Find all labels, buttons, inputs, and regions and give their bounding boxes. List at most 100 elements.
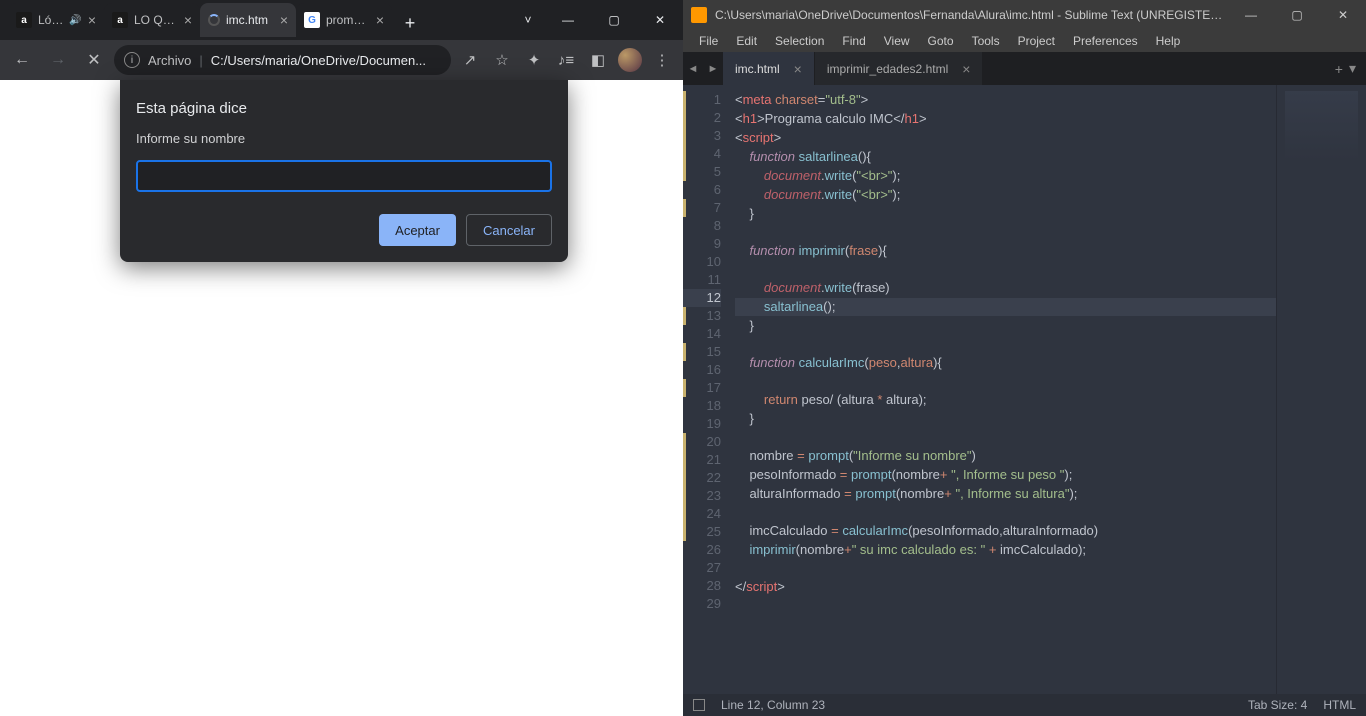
menu-goto[interactable]: Goto	[920, 32, 962, 50]
menu-preferences[interactable]: Preferences	[1065, 32, 1146, 50]
line-number: 8	[683, 217, 721, 235]
close-button[interactable]: ✕	[637, 0, 683, 40]
profile-avatar[interactable]	[615, 45, 645, 75]
address-scheme-label: Archivo	[148, 53, 191, 68]
dialog-message: Informe su nombre	[136, 131, 552, 146]
editor-statusbar: Line 12, Column 23 Tab Size: 4 HTML	[683, 694, 1366, 716]
code-text[interactable]: <meta charset="utf-8"> <h1>Programa calc…	[731, 85, 1276, 694]
line-number: 28	[683, 577, 721, 595]
menu-selection[interactable]: Selection	[767, 32, 832, 50]
tab-nav-next[interactable]: ►	[703, 52, 723, 85]
dialog-cancel-button[interactable]: Cancelar	[466, 214, 552, 246]
tab-title: promp…	[326, 13, 370, 27]
editor-tab-title: imc.html	[735, 62, 780, 76]
menu-find[interactable]: Find	[834, 32, 873, 50]
tab-close-icon[interactable]: ×	[184, 12, 192, 28]
back-button[interactable]: ←	[6, 44, 38, 76]
editor-tab[interactable]: imprimir_edades2.html ×	[815, 52, 984, 85]
tab-title: imc.htm	[226, 13, 274, 27]
line-number: 14	[683, 325, 721, 343]
chrome-window: aLó…🔊×aLO QU…×imc.htm×Gpromp…×+ ˅ — ▢ ✕ …	[0, 0, 683, 716]
page-content: Esta página dice Informe su nombre Acept…	[0, 80, 683, 716]
line-number: 24	[683, 505, 721, 523]
line-number: 20	[683, 433, 721, 451]
forward-button[interactable]: →	[42, 44, 74, 76]
stop-reload-button[interactable]: ✕	[78, 44, 110, 76]
browser-tabs: aLó…🔊×aLO QU…×imc.htm×Gpromp…×+	[0, 3, 511, 37]
editor-tab-title: imprimir_edades2.html	[827, 62, 948, 76]
line-number: 25	[683, 523, 721, 541]
line-number: 3	[683, 127, 721, 145]
line-number: 23	[683, 487, 721, 505]
maximize-button[interactable]: ▢	[591, 0, 637, 40]
menu-tools[interactable]: Tools	[964, 32, 1008, 50]
editor-minimize-button[interactable]: —	[1228, 0, 1274, 30]
editor-close-button[interactable]: ✕	[1320, 0, 1366, 30]
address-bar[interactable]: i Archivo | C:/Users/maria/OneDrive/Docu…	[114, 45, 451, 75]
tab-title: Ló…	[38, 13, 63, 27]
new-tab-button[interactable]: +	[1335, 61, 1343, 77]
status-cursor-position: Line 12, Column 23	[721, 698, 825, 712]
tab-close-icon[interactable]: ×	[376, 12, 384, 28]
audio-playing-icon[interactable]: 🔊	[69, 15, 81, 26]
browser-window-controls: ˅ — ▢ ✕	[511, 0, 683, 40]
tab-dropdown-button[interactable]: ▾	[1349, 60, 1356, 77]
tab-tools: + ▾	[1335, 52, 1366, 85]
line-number: 21	[683, 451, 721, 469]
line-number: 12	[683, 289, 721, 307]
line-number: 16	[683, 361, 721, 379]
status-tab-size[interactable]: Tab Size: 4	[1248, 698, 1307, 712]
line-number: 10	[683, 253, 721, 271]
share-icon[interactable]: ↗	[455, 45, 485, 75]
favicon-icon: a	[112, 12, 128, 28]
bookmark-star-icon[interactable]: ☆	[487, 45, 517, 75]
minimap[interactable]	[1276, 85, 1366, 694]
menu-project[interactable]: Project	[1010, 32, 1063, 50]
editor-tab[interactable]: imc.html ×	[723, 52, 815, 85]
new-tab-button[interactable]: +	[396, 9, 424, 37]
line-number: 13	[683, 307, 721, 325]
favicon-icon: a	[16, 12, 32, 28]
line-number: 19	[683, 415, 721, 433]
media-control-icon[interactable]: ♪≡	[551, 45, 581, 75]
status-panel-icon[interactable]	[693, 699, 705, 711]
line-number: 5	[683, 163, 721, 181]
browser-tab[interactable]: imc.htm ×	[200, 3, 296, 37]
tab-search-button[interactable]: ˅	[511, 0, 545, 40]
line-number: 1	[683, 91, 721, 109]
menu-help[interactable]: Help	[1148, 32, 1189, 50]
sublime-window: C:\Users\maria\OneDrive\Documentos\Ferna…	[683, 0, 1366, 716]
line-gutter: 1234567891011121314151617181920212223242…	[683, 85, 731, 694]
menu-view[interactable]: View	[876, 32, 918, 50]
browser-tab[interactable]: aLO QU…×	[104, 3, 200, 37]
editor-menubar: FileEditSelectionFindViewGotoToolsProjec…	[683, 30, 1366, 52]
line-number: 29	[683, 595, 721, 613]
tab-close-icon[interactable]: ×	[962, 61, 970, 77]
minimize-button[interactable]: —	[545, 0, 591, 40]
browser-tab[interactable]: a Ló… 🔊 ×	[8, 3, 104, 37]
tab-close-icon[interactable]: ×	[794, 61, 802, 77]
tab-nav-prev[interactable]: ◄	[683, 52, 703, 85]
tab-close-icon[interactable]: ×	[88, 12, 96, 28]
extensions-icon[interactable]: ✦	[519, 45, 549, 75]
status-syntax[interactable]: HTML	[1323, 698, 1356, 712]
editor-maximize-button[interactable]: ▢	[1274, 0, 1320, 30]
browser-tab[interactable]: Gpromp…×	[296, 3, 392, 37]
chrome-menu-icon[interactable]: ⋮	[647, 45, 677, 75]
dialog-ok-button[interactable]: Aceptar	[379, 214, 456, 246]
tab-close-icon[interactable]: ×	[280, 12, 288, 28]
dialog-input[interactable]	[136, 160, 552, 192]
editor-tabs: ◄ ► imc.html × imprimir_edades2.html × + ▾	[683, 52, 1366, 85]
js-prompt-dialog: Esta página dice Informe su nombre Acept…	[120, 80, 568, 262]
menu-file[interactable]: File	[691, 32, 726, 50]
line-number: 27	[683, 559, 721, 577]
line-number: 6	[683, 181, 721, 199]
line-number: 7	[683, 199, 721, 217]
line-number: 9	[683, 235, 721, 253]
line-number: 2	[683, 109, 721, 127]
address-separator: |	[199, 53, 202, 68]
editor-title: C:\Users\maria\OneDrive\Documentos\Ferna…	[715, 8, 1228, 22]
site-info-icon[interactable]: i	[124, 52, 140, 68]
menu-edit[interactable]: Edit	[728, 32, 765, 50]
side-panel-icon[interactable]: ◧	[583, 45, 613, 75]
